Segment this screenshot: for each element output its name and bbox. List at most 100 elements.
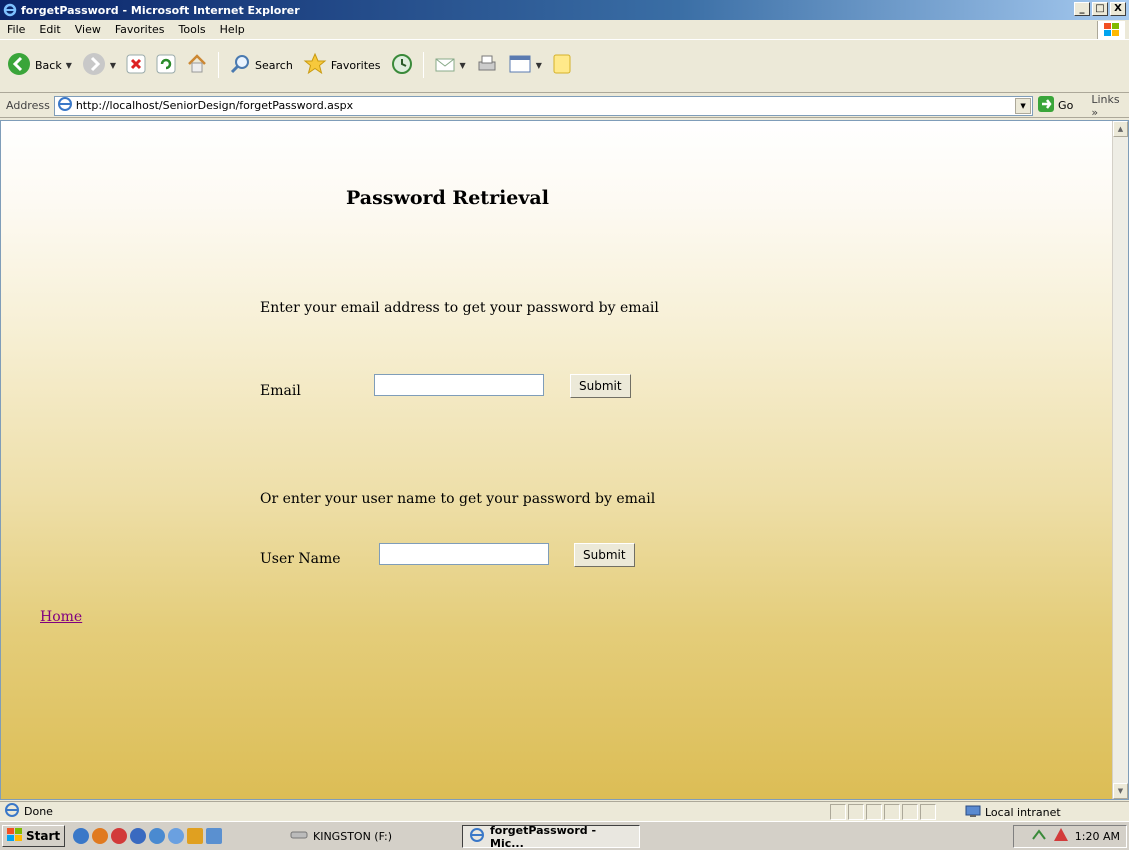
- forward-arrow-icon: [82, 52, 106, 79]
- menu-favorites[interactable]: Favorites: [108, 23, 172, 36]
- mail-icon: [434, 53, 456, 78]
- media-quicklaunch-icon[interactable]: [111, 828, 128, 844]
- email-submit-button[interactable]: Submit: [570, 374, 631, 398]
- menu-bar: File Edit View Favorites Tools Help: [0, 20, 1129, 40]
- firefox-quicklaunch-icon[interactable]: [92, 828, 109, 844]
- taskbar-item-label: KINGSTON (F:): [313, 830, 393, 843]
- address-bar: Address http://localhost/SeniorDesign/fo…: [0, 93, 1129, 119]
- email-field[interactable]: [374, 374, 544, 396]
- go-button[interactable]: Go: [1037, 95, 1073, 116]
- minimize-button[interactable]: _: [1074, 2, 1090, 16]
- chevron-down-icon[interactable]: ▼: [110, 61, 116, 70]
- messenger-button[interactable]: [549, 51, 575, 79]
- star-icon: [303, 52, 327, 79]
- taskbar-item-kingston[interactable]: KINGSTON (F:): [284, 825, 450, 848]
- taskbar-item-ie[interactable]: forgetPassword - Mic...: [462, 823, 640, 850]
- favorites-button[interactable]: Favorites: [300, 51, 384, 79]
- folder-quicklaunch-icon[interactable]: [187, 828, 204, 844]
- status-text: Done: [24, 805, 53, 818]
- username-field[interactable]: [379, 543, 549, 565]
- chevron-down-icon[interactable]: ▼: [460, 61, 466, 70]
- email-instruction: Enter your email address to get your pas…: [260, 300, 659, 316]
- search-label: Search: [255, 58, 293, 72]
- status-pane: [884, 804, 900, 820]
- history-button[interactable]: [388, 51, 416, 79]
- search-icon: [229, 53, 251, 78]
- taskbar-item-label: forgetPassword - Mic...: [490, 823, 597, 850]
- refresh-button[interactable]: [153, 51, 179, 79]
- page-title: Password Retrieval: [346, 187, 549, 209]
- network-icon[interactable]: [1031, 827, 1047, 846]
- vertical-scrollbar[interactable]: ▲ ▼: [1112, 121, 1128, 799]
- chevron-down-icon[interactable]: ▼: [1015, 97, 1032, 114]
- intranet-icon: [965, 803, 981, 822]
- page-content: Password Retrieval Enter your email addr…: [1, 121, 1113, 799]
- mail-button[interactable]: ▼: [431, 51, 469, 79]
- back-button[interactable]: Back ▼: [4, 51, 75, 79]
- player-quicklaunch-icon[interactable]: [130, 828, 147, 844]
- standard-toolbar: Back ▼ ▼ Search Favorites ▼ ▼: [0, 41, 1129, 93]
- notes-icon: [552, 53, 572, 78]
- status-bar: Done Local intranet: [0, 801, 1129, 821]
- close-button[interactable]: X: [1110, 2, 1126, 16]
- search-quicklaunch-icon[interactable]: [149, 828, 166, 844]
- windows-taskbar: Start KINGSTON (F:) forgetPassword - Mic…: [0, 821, 1129, 850]
- page-done-icon: [4, 802, 20, 821]
- title-bar[interactable]: forgetPassword - Microsoft Internet Expl…: [0, 0, 1129, 20]
- edit-page-icon: [508, 53, 532, 78]
- browser-viewport: Password Retrieval Enter your email addr…: [0, 120, 1129, 800]
- ie-icon: [469, 827, 485, 846]
- windows-flag-icon: [7, 827, 23, 845]
- address-input[interactable]: http://localhost/SeniorDesign/forgetPass…: [53, 95, 1034, 116]
- menu-file[interactable]: File: [0, 23, 32, 36]
- status-pane: [830, 804, 846, 820]
- search-button[interactable]: Search: [226, 51, 296, 79]
- email-label: Email: [260, 383, 301, 399]
- home-link[interactable]: Home: [40, 609, 82, 625]
- drive-icon: [290, 830, 308, 843]
- clock: 1:20 AM: [1074, 830, 1120, 843]
- back-label: Back: [35, 58, 62, 72]
- status-pane: [902, 804, 918, 820]
- menu-tools[interactable]: Tools: [172, 23, 213, 36]
- security-alert-icon[interactable]: [1053, 827, 1069, 846]
- chevron-down-icon[interactable]: ▼: [536, 61, 542, 70]
- desktop-quicklaunch-icon[interactable]: [168, 828, 185, 844]
- zone-label: Local intranet: [985, 805, 1061, 819]
- start-label: Start: [26, 829, 61, 843]
- toolbar-separator: [422, 52, 424, 78]
- app-quicklaunch-icon[interactable]: [206, 828, 223, 844]
- username-submit-button[interactable]: Submit: [574, 543, 635, 567]
- scroll-down-icon[interactable]: ▼: [1113, 783, 1128, 799]
- ie-quicklaunch-icon[interactable]: [73, 828, 90, 844]
- go-arrow-icon: [1037, 95, 1055, 116]
- stop-button[interactable]: [123, 51, 149, 79]
- scroll-up-icon[interactable]: ▲: [1113, 121, 1128, 137]
- menu-edit[interactable]: Edit: [32, 23, 67, 36]
- home-icon: [186, 53, 208, 78]
- username-instruction: Or enter your user name to get your pass…: [260, 491, 656, 507]
- menu-view[interactable]: View: [68, 23, 108, 36]
- maximize-button[interactable]: □: [1092, 2, 1108, 16]
- edit-button[interactable]: ▼: [505, 51, 545, 79]
- menu-help[interactable]: Help: [213, 23, 252, 36]
- links-toolbar[interactable]: Links »: [1091, 93, 1129, 119]
- stop-icon: [126, 54, 146, 77]
- go-label: Go: [1058, 99, 1074, 112]
- address-label: Address: [6, 99, 50, 112]
- favorites-label: Favorites: [330, 58, 381, 72]
- quick-launch: [73, 828, 223, 844]
- system-tray: 1:20 AM: [1013, 825, 1127, 848]
- windows-flag-icon: [1097, 21, 1125, 39]
- status-pane: [920, 804, 936, 820]
- ie-window: forgetPassword - Microsoft Internet Expl…: [0, 0, 1129, 850]
- start-button[interactable]: Start: [2, 825, 66, 847]
- forward-button[interactable]: ▼: [79, 51, 119, 79]
- home-button[interactable]: [183, 51, 211, 79]
- chevron-down-icon[interactable]: ▼: [66, 61, 72, 70]
- ie-icon: [3, 3, 17, 17]
- status-pane: [848, 804, 864, 820]
- print-button[interactable]: [473, 51, 501, 79]
- printer-icon: [476, 53, 498, 78]
- username-label: User Name: [260, 551, 341, 567]
